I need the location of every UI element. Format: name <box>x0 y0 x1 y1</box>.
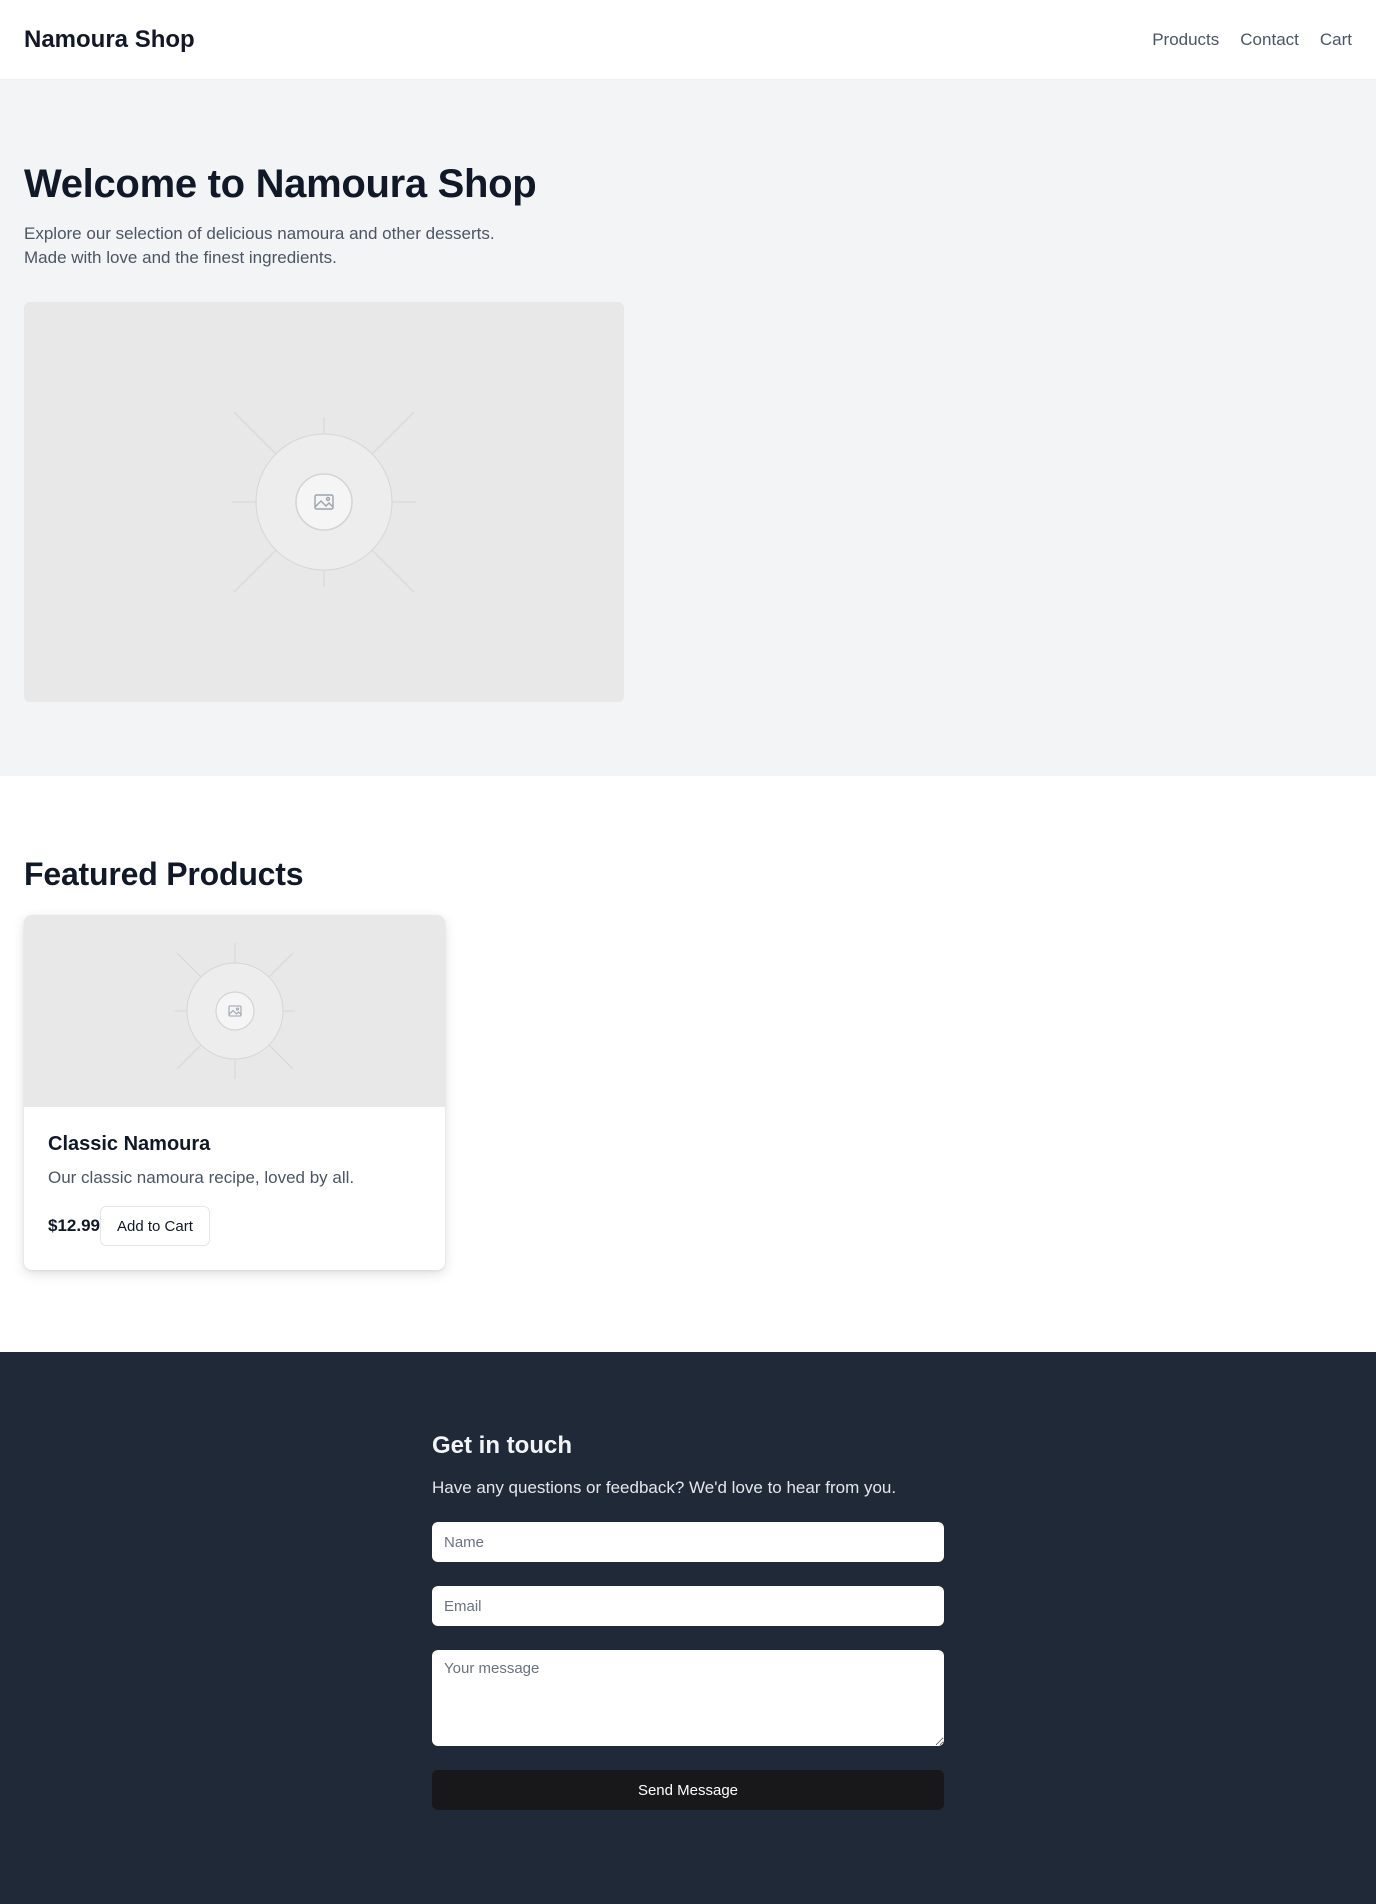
site-header: Namoura Shop Products Contact Cart <box>0 0 1376 80</box>
product-description: Our classic namoura recipe, loved by all… <box>48 1168 355 1187</box>
product-image-placeholder <box>24 915 445 1107</box>
image-placeholder-icon <box>174 943 295 1079</box>
product-card-body: Classic Namoura Our classic namoura reci… <box>24 1107 445 1270</box>
name-input[interactable] <box>432 1522 944 1562</box>
hero-image-placeholder <box>24 302 624 702</box>
hero-section: Welcome to Namoura Shop Explore our sele… <box>0 80 1376 776</box>
contact-form-container: Get in touch Have any questions or feedb… <box>432 1432 944 1810</box>
nav-link-contact[interactable]: Contact <box>1240 30 1299 50</box>
featured-products-section: Featured Products Classic Namoura Our cl… <box>0 776 1376 1352</box>
brand-logo[interactable]: Namoura Shop <box>24 26 195 54</box>
image-placeholder-icon <box>232 411 416 593</box>
product-name: Classic Namoura <box>48 1133 211 1155</box>
hero-title: Welcome to Namoura Shop <box>24 162 537 206</box>
add-to-cart-button[interactable]: Add to Cart <box>100 1206 210 1246</box>
featured-title: Featured Products <box>24 856 304 892</box>
product-price: $12.99 <box>48 1216 100 1235</box>
product-card: Classic Namoura Our classic namoura reci… <box>24 915 445 1270</box>
email-input[interactable] <box>432 1586 944 1626</box>
nav-link-products[interactable]: Products <box>1152 30 1219 50</box>
hero-description-line-1: Explore our selection of delicious namou… <box>24 224 495 243</box>
hero-description-line-2: Made with love and the finest ingredient… <box>24 248 337 267</box>
contact-title: Get in touch <box>432 1432 572 1459</box>
main-nav: Products Contact Cart <box>1152 30 1352 50</box>
contact-subtitle: Have any questions or feedback? We'd lov… <box>432 1478 897 1497</box>
nav-link-cart[interactable]: Cart <box>1320 30 1352 50</box>
product-card-footer: $12.99 Add to Cart <box>48 1206 421 1246</box>
contact-section: Get in touch Have any questions or feedb… <box>0 1352 1376 1904</box>
message-textarea[interactable] <box>432 1650 944 1746</box>
send-message-button[interactable]: Send Message <box>432 1770 944 1810</box>
